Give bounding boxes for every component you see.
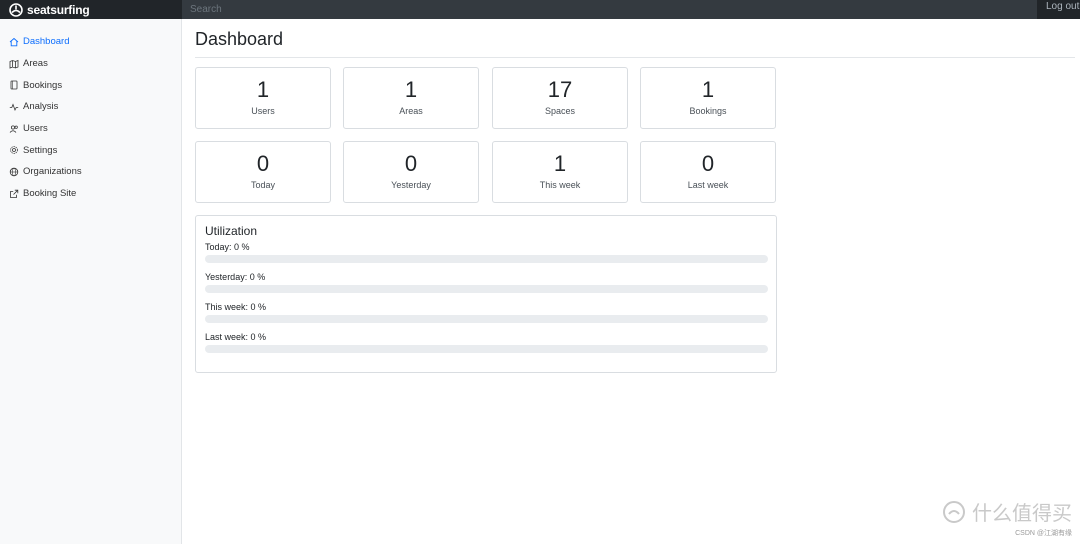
utilization-title: Utilization [205,224,258,238]
sidebar-item-booking-site[interactable]: Booking Site [0,183,181,205]
sidebar-item-label: Bookings [23,79,63,91]
stat-card-users: 1 Users [195,67,331,129]
sidebar-item-bookings[interactable]: Bookings [0,74,181,96]
watermark-credit: CSDN @江湖有缘 [1015,530,1072,537]
stat-label: Yesterday [391,180,431,190]
brand-logo[interactable]: seatsurfing [0,0,182,19]
sidebar-item-analysis[interactable]: Analysis [0,96,181,118]
brand-name: seatsurfing [27,2,90,17]
watermark: 什么值得买 CSDN @江湖有缘 [940,497,1072,538]
stat-card-bookings: 1 Bookings [640,67,776,129]
stat-value: 17 [547,77,573,102]
stat-value: 0 [701,151,715,176]
stat-label: Today [250,180,276,190]
activity-icon [9,103,19,111]
stat-value: 0 [256,151,270,176]
sidebar-item-label: Dashboard [23,36,70,48]
sidebar-item-areas[interactable]: Areas [0,53,181,75]
utilization-card: Utilization Today: 0 % Yesterday: 0 % Th… [195,215,777,373]
gear-icon [10,146,18,155]
utilization-row-today: Today: 0 % [205,242,768,263]
watermark-logo: 什么值得买 [940,497,1072,526]
sidebar-item-organizations[interactable]: Organizations [0,161,181,183]
sidebar-item-dashboard[interactable]: Dashboard [0,31,181,53]
stat-card-last-week: 0 Last week [640,141,776,203]
sidebar-item-label: Users [23,123,48,135]
sidebar-item-label: Analysis [23,101,59,113]
logout-button[interactable]: Log out [1037,0,1080,19]
stat-value: 1 [404,77,418,102]
stat-value: 1 [256,77,270,102]
watermark-badge-icon [943,500,965,523]
stat-label: Last week [687,180,729,190]
stat-label: Areas [399,106,423,116]
stat-label: Bookings [689,106,727,116]
progress-bar [205,345,768,353]
stat-label: This week [539,180,581,190]
sidebar-item-label: Organizations [23,166,82,178]
stat-value: 0 [404,151,418,176]
page-title: Dashboard [195,29,284,49]
sidebar-item-label: Areas [23,58,48,70]
watermark-logo-text: 什么值得买 [972,503,1072,525]
map-icon [9,59,19,69]
utilization-row-this-week: This week: 0 % [205,302,768,323]
title-divider [195,57,1075,58]
utilization-row-yesterday: Yesterday: 0 % [205,272,768,293]
sidebar-item-label: Booking Site [23,188,77,200]
sidebar: Dashboard Areas Bookings Analysis Users … [0,19,182,544]
search-input[interactable] [182,0,1037,19]
external-link-icon [10,189,19,198]
stat-label: Spaces [544,106,576,116]
utilization-label: Today: 0 % [205,242,250,252]
progress-bar [205,285,768,293]
stat-label: Users [251,106,275,116]
progress-bar [205,255,768,263]
stat-card-spaces: 17 Spaces [492,67,628,129]
top-navbar: seatsurfing Log out [0,0,1080,19]
utilization-row-last-week: Last week: 0 % [205,332,768,353]
sidebar-item-settings[interactable]: Settings [0,139,181,161]
sidebar-item-label: Settings [23,144,58,156]
stat-card-areas: 1 Areas [343,67,479,129]
stat-card-yesterday: 0 Yesterday [343,141,479,203]
stat-card-this-week: 1 This week [492,141,628,203]
seatsurfing-logo-icon [9,2,23,17]
book-icon [10,80,18,90]
users-icon [9,125,18,133]
stat-value: 1 [701,77,715,102]
progress-bar [205,315,768,323]
utilization-label: This week: 0 % [205,302,267,312]
sidebar-item-users[interactable]: Users [0,118,181,140]
stat-value: 1 [553,151,567,176]
globe-icon [9,167,19,177]
utilization-label: Last week: 0 % [205,332,267,342]
home-icon [9,37,19,47]
utilization-label: Yesterday: 0 % [205,272,266,282]
stat-card-today: 0 Today [195,141,331,203]
